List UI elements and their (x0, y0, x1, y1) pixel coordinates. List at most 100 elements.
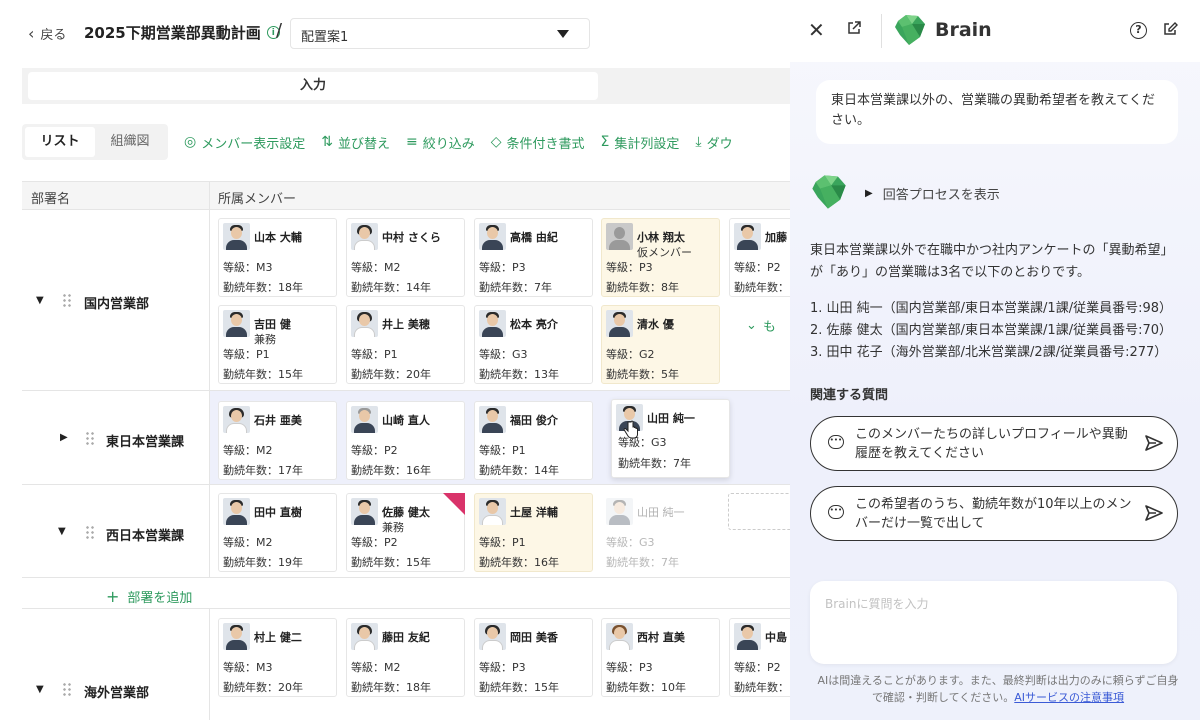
member-card[interactable]: 田中 直樹 等級：M2 勤続年数：19年 (218, 493, 337, 572)
member-card-highlighted[interactable]: 清水 優 等級：G2 勤続年数：5年 (601, 305, 720, 384)
ai-notice-link[interactable]: AIサービスの注意事項 (1014, 691, 1124, 704)
dept-cell: ▼ 西日本営業課 (22, 485, 210, 577)
member-card[interactable]: 吉田 健 兼務 等級：P1 勤続年数：15年 (218, 305, 337, 384)
member-name: 中村 さくら (382, 231, 441, 244)
member-years: 勤続年数：15年 (351, 556, 431, 569)
member-card-temporary[interactable]: 小林 翔太 仮メンバー 等級：P3 勤続年数：8年 (601, 218, 720, 297)
drag-handle-icon[interactable] (62, 293, 72, 307)
suggested-question-button[interactable]: ••• この希望者のうち、勤続年数が10年以上のメンバーだけ一覧で出して (810, 486, 1178, 541)
suggested-question-button[interactable]: ••• このメンバーたちの詳しいプロフィールや異動履歴を教えてください (810, 416, 1178, 471)
member-card[interactable]: 中島 等級：P2 勤続年数： (729, 618, 790, 697)
caret-right-icon: ▶ (865, 188, 873, 199)
view-list-button[interactable]: リスト (25, 127, 95, 157)
member-card[interactable]: 藤田 友紀 等級：M2 勤続年数：18年 (346, 618, 465, 697)
member-grade: 等級：P1 (223, 348, 270, 361)
member-grade: 等級：P2 (351, 536, 398, 549)
member-years: 勤続年数：18年 (351, 681, 431, 694)
answer-item: 3. 田中 花子（海外営業部/北米営業課/2課/従業員番号:277） (810, 345, 1168, 360)
avatar (351, 406, 378, 433)
member-years: 勤続年数：18年 (223, 281, 303, 294)
member-years: 勤続年数：16年 (479, 556, 559, 569)
caret-down-icon[interactable]: ▼ (58, 526, 66, 537)
aggregate-button[interactable]: Σ 集計列設定 (601, 133, 680, 152)
member-years: 勤続年数：7年 (618, 457, 691, 470)
caret-right-icon[interactable]: ▶ (60, 432, 68, 443)
member-grade: 等級：M2 (351, 661, 401, 674)
member-card[interactable]: 松本 亮介 等級：G3 勤続年数：13年 (474, 305, 593, 384)
avatar (606, 310, 633, 337)
member-grade: 等級：P3 (606, 661, 653, 674)
back-button[interactable]: ‹ 戻る (28, 24, 66, 43)
help-icon[interactable]: ? (1130, 22, 1147, 39)
member-name: 高橋 由紀 (510, 231, 558, 244)
member-grade: 等級：M2 (351, 261, 401, 274)
member-card[interactable]: 山本 大輔 等級：M3 勤続年数：18年 (218, 218, 337, 297)
edit-icon[interactable] (1162, 21, 1178, 37)
member-card[interactable]: 石井 亜美 等級：M2 勤続年数：17年 (218, 401, 337, 480)
aggregate-label: 集計列設定 (614, 136, 680, 152)
avatar (734, 623, 761, 650)
member-card[interactable]: 岡田 美香 等級：P3 勤続年数：15年 (474, 618, 593, 697)
member-card-highlighted[interactable]: 土屋 洋輔 等級：P1 勤続年数：16年 (474, 493, 593, 572)
member-name: 村上 健二 (254, 631, 302, 644)
avatar (606, 623, 633, 650)
member-display-button[interactable]: ◎ メンバー表示設定 (184, 133, 305, 152)
chevron-down-icon: ⌄ (746, 318, 757, 333)
member-years: 勤続年数：20年 (223, 681, 303, 694)
download-icon: ⤓ (695, 134, 702, 150)
member-card[interactable]: 佐藤 健太 兼務 等級：P2 勤続年数：15年 (346, 493, 465, 572)
avatar (479, 223, 506, 250)
show-process-toggle[interactable]: ▶ 回答プロセスを表示 (865, 184, 1000, 203)
add-dept-button[interactable]: + 部署を追加 (106, 587, 192, 606)
view-org-button[interactable]: 組織図 (95, 127, 165, 157)
avatar (351, 623, 378, 650)
related-questions-title: 関連する質問 (810, 388, 889, 403)
member-years: 勤続年数：8年 (606, 281, 679, 294)
tab-strip: 入力 (22, 68, 790, 104)
member-grade: 等級：G3 (606, 536, 655, 549)
member-card[interactable]: 高橋 由紀 等級：P3 勤続年数：7年 (474, 218, 593, 297)
question-input[interactable]: Brainに質問を入力 (810, 581, 1177, 664)
tab-input[interactable]: 入力 (28, 72, 598, 100)
member-years: 勤続年数：16年 (351, 464, 431, 477)
member-card[interactable]: 福田 俊介 等級：P1 勤続年数：14年 (474, 401, 593, 480)
avatar (479, 498, 506, 525)
avatar (479, 310, 506, 337)
drag-handle-icon[interactable] (62, 682, 72, 696)
download-button[interactable]: ⤓ ダウ (695, 133, 732, 152)
plan-select[interactable]: 配置案1 (290, 18, 590, 49)
disclaimer-text: AIは間違えることがあります。また、最終判断は出力のみに頼らずご自身で確認・判断… (817, 674, 1179, 704)
filter-button[interactable]: ≡ 絞り込み (406, 133, 475, 152)
view-toggle: リスト 組織図 (22, 124, 168, 160)
member-grade: 等級：G3 (479, 348, 528, 361)
caret-down-icon[interactable]: ▼ (36, 295, 44, 306)
member-name: 山本 大輔 (254, 231, 302, 244)
member-grade: 等級：P2 (351, 444, 398, 457)
member-card[interactable]: 西村 直美 等級：P3 勤続年数：10年 (601, 618, 720, 697)
member-name: 田中 直樹 (254, 506, 302, 519)
member-name: 岡田 美香 (510, 631, 558, 644)
member-grade: 等級：P1 (479, 536, 526, 549)
show-more-button[interactable]: ⌄ も (746, 316, 776, 335)
member-name: 山田 純一 (637, 506, 685, 519)
member-card[interactable]: 加藤 等級：P2 勤続年数： (729, 218, 790, 297)
brain-logo-icon (895, 15, 925, 45)
member-card[interactable]: 村上 健二 等級：M3 勤続年数：20年 (218, 618, 337, 697)
member-grade: 等級：M2 (223, 444, 273, 457)
send-icon (1145, 435, 1163, 451)
close-icon[interactable]: ✕ (808, 18, 825, 42)
sort-button[interactable]: ⇅ 並び替え (321, 133, 390, 152)
member-card[interactable]: 井上 美穂 等級：P1 勤続年数：20年 (346, 305, 465, 384)
send-icon (1145, 505, 1163, 521)
sigma-icon: Σ (600, 134, 610, 150)
user-message-bubble: 東日本営業課以外の、営業職の異動希望者を教えてください。 (816, 80, 1178, 144)
add-member-slot[interactable]: + (728, 493, 790, 530)
conditional-format-button[interactable]: ◇ 条件付き書式 (491, 133, 585, 152)
member-name: 井上 美穂 (382, 318, 430, 331)
drag-handle-icon[interactable] (85, 525, 95, 539)
member-card[interactable]: 中村 さくら 等級：M2 勤続年数：14年 (346, 218, 465, 297)
member-card[interactable]: 山崎 直人 等級：P2 勤続年数：16年 (346, 401, 465, 480)
open-external-icon[interactable] (846, 20, 862, 36)
drag-handle-icon[interactable] (85, 431, 95, 445)
caret-down-icon[interactable]: ▼ (36, 684, 44, 695)
